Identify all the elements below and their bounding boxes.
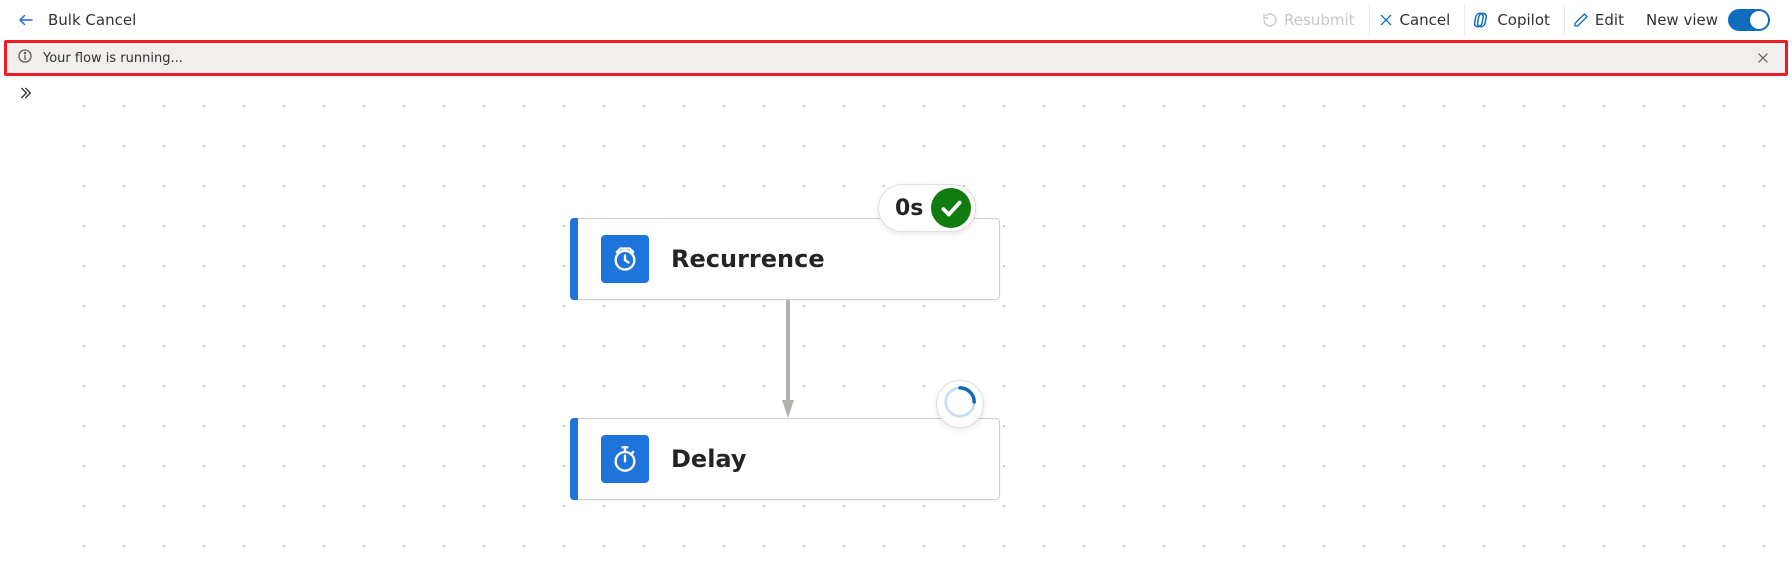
toggle-knob xyxy=(1750,11,1768,29)
new-view-toggle[interactable] xyxy=(1728,9,1770,31)
panel-expand-button[interactable] xyxy=(14,82,36,104)
flow-node-delay[interactable]: Delay xyxy=(570,418,1000,500)
cancel-label: Cancel xyxy=(1400,11,1451,29)
flow-canvas[interactable]: Recurrence 0s Delay xyxy=(46,76,1792,577)
copilot-icon xyxy=(1473,11,1491,29)
node-duration: 0s xyxy=(895,196,923,221)
close-icon xyxy=(1378,12,1394,28)
cancel-button[interactable]: Cancel xyxy=(1369,4,1459,36)
edit-button[interactable]: Edit xyxy=(1564,4,1632,36)
checkmark-icon xyxy=(931,188,971,228)
edit-label: Edit xyxy=(1595,11,1624,29)
spinner-icon xyxy=(943,385,977,423)
flow-connector xyxy=(782,300,788,418)
stopwatch-icon xyxy=(601,435,649,483)
node-title: Delay xyxy=(671,445,747,473)
node-title: Recurrence xyxy=(671,245,825,273)
copilot-button[interactable]: Copilot xyxy=(1464,4,1558,36)
canvas-wrap: Recurrence 0s Delay xyxy=(0,76,1792,577)
node-status-running xyxy=(936,380,984,428)
notification-message: Your flow is running... xyxy=(43,51,183,66)
copilot-label: Copilot xyxy=(1497,11,1550,29)
node-status-success: 0s xyxy=(878,184,976,232)
header-toolbar: Bulk Cancel Resubmit Cancel Copilot Edit xyxy=(0,0,1792,40)
info-icon xyxy=(17,48,33,68)
resubmit-button: Resubmit xyxy=(1254,4,1362,36)
back-button[interactable] xyxy=(14,8,38,32)
notification-close-button[interactable] xyxy=(1751,46,1775,70)
page-title: Bulk Cancel xyxy=(48,11,136,29)
notification-wrap: Your flow is running... xyxy=(0,40,1792,76)
clock-icon xyxy=(601,235,649,283)
new-view-group: New view xyxy=(1638,4,1778,36)
resubmit-label: Resubmit xyxy=(1284,11,1354,29)
header-left: Bulk Cancel xyxy=(14,8,136,32)
pencil-icon xyxy=(1573,12,1589,28)
new-view-label: New view xyxy=(1646,11,1718,29)
refresh-icon xyxy=(1262,12,1278,28)
header-actions: Resubmit Cancel Copilot Edit New view xyxy=(1254,4,1778,36)
notification-bar: Your flow is running... xyxy=(4,40,1788,76)
